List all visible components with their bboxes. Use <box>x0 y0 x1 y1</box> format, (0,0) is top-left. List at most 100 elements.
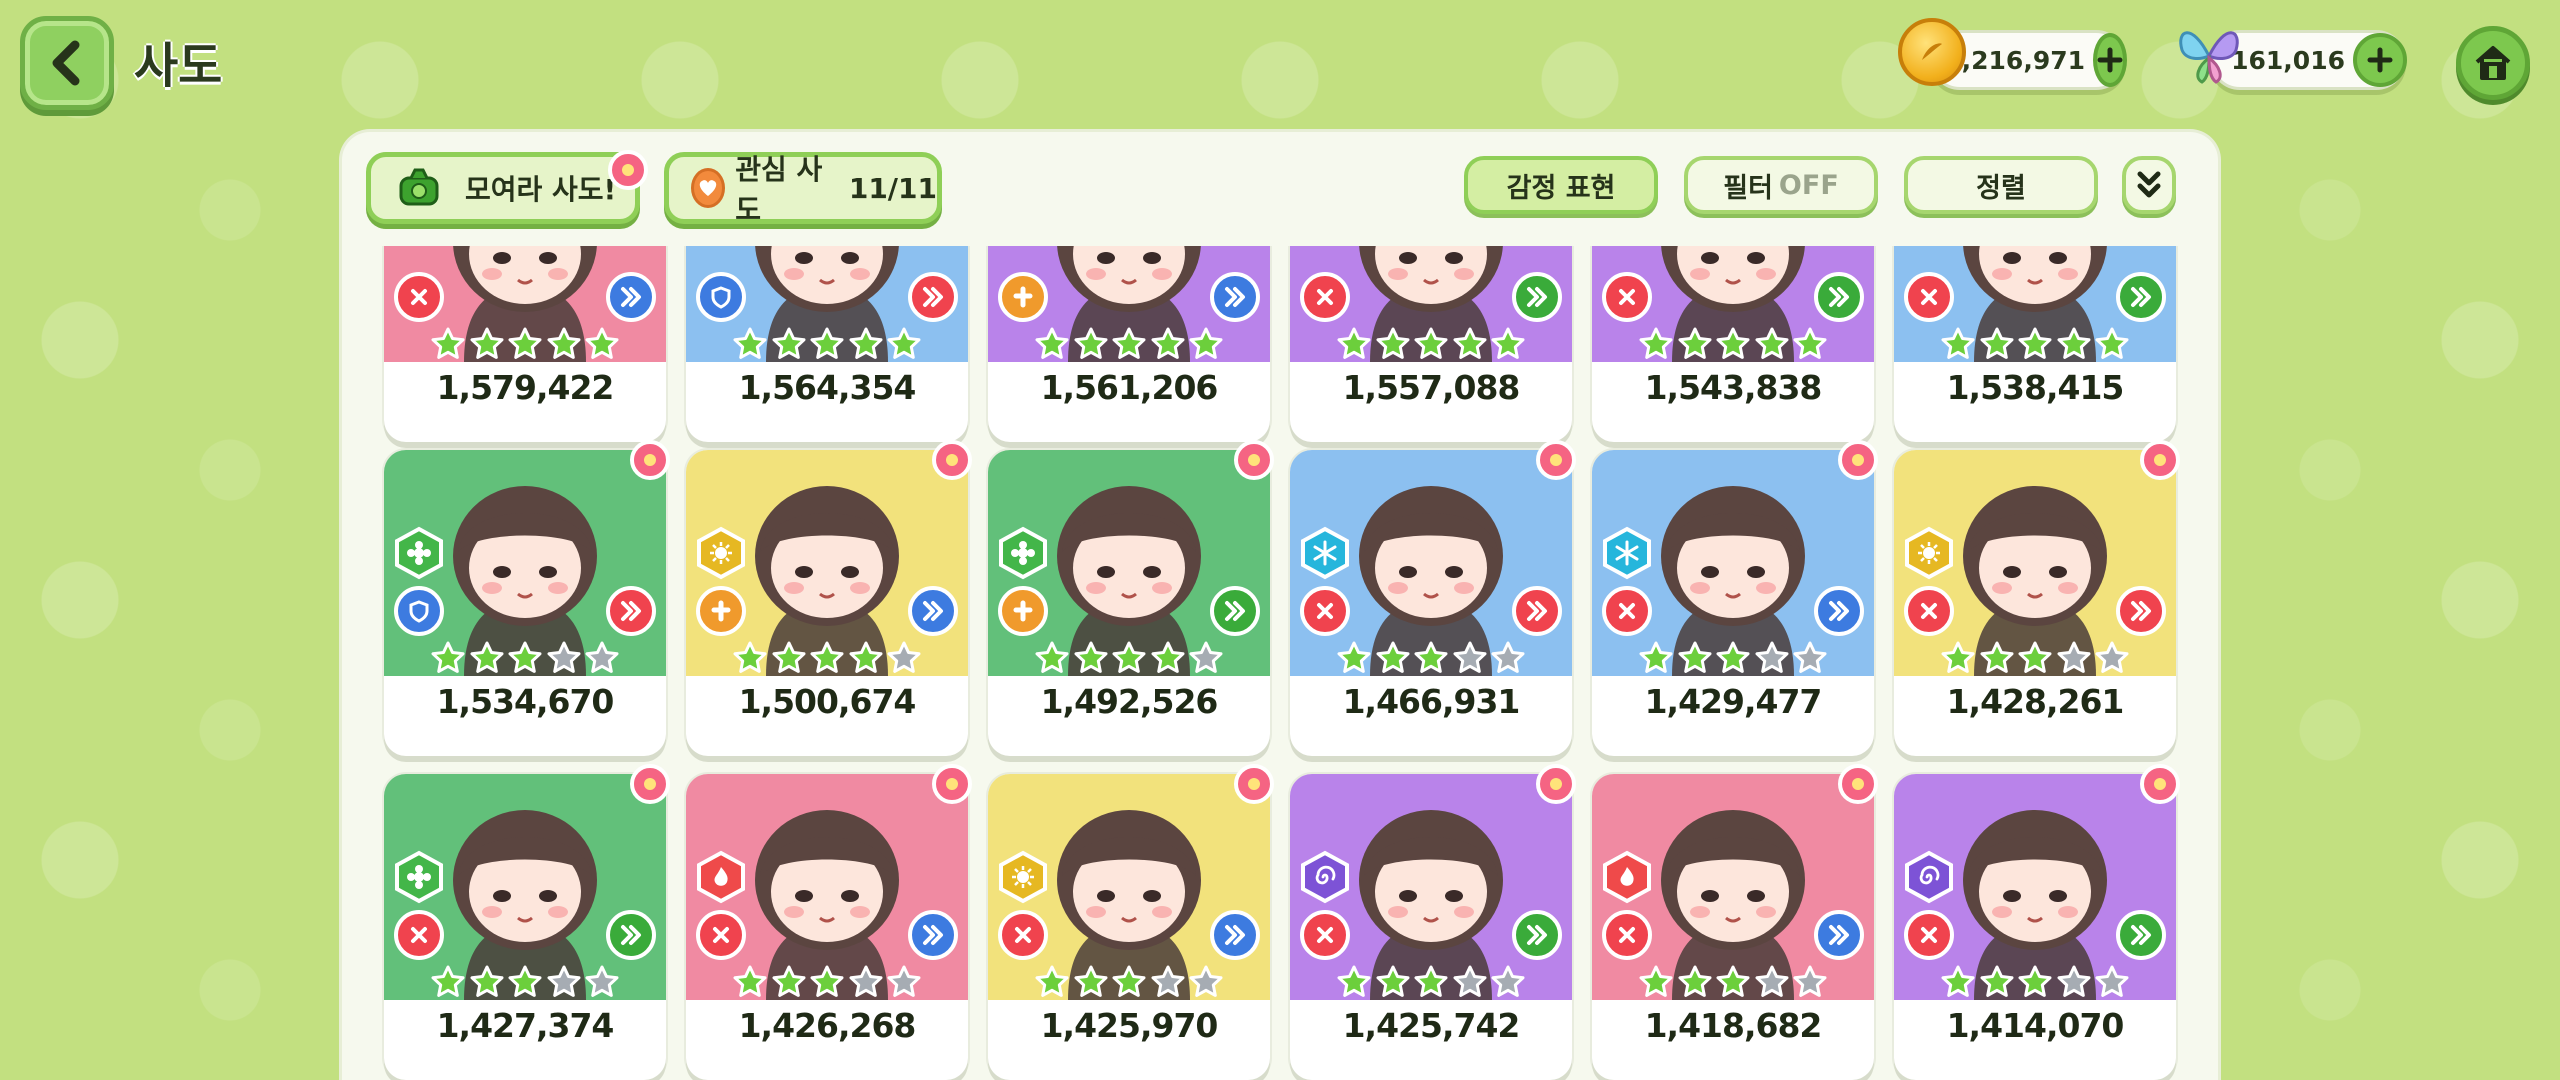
swirl-attribute-icon <box>1902 850 1956 904</box>
attack-role-icon <box>1300 910 1350 960</box>
attack-role-icon <box>394 910 444 960</box>
combat-power: 1,428,261 <box>1946 682 2125 721</box>
gold-coin-icon <box>1898 18 1966 86</box>
favorite-flower-icon <box>1234 440 1274 480</box>
sort-order-toggle[interactable] <box>2122 156 2176 214</box>
tier-chevron-icon <box>1512 272 1562 322</box>
add-gem-button[interactable] <box>2353 33 2407 87</box>
star-filled-icon <box>1414 327 1448 359</box>
star-empty-icon <box>2095 641 2129 673</box>
character-card[interactable]: 1,426,268 <box>686 764 972 1080</box>
character-card[interactable]: 1,534,670 <box>384 440 670 756</box>
star-rating <box>1638 964 1828 1000</box>
character-card[interactable]: 1,425,742 <box>1290 764 1576 1080</box>
star-rating <box>430 640 620 676</box>
add-gold-button[interactable] <box>2093 33 2127 87</box>
star-filled-icon <box>772 327 805 359</box>
emotion-button[interactable]: 감정 표현 <box>1464 156 1658 214</box>
home-button[interactable] <box>2456 26 2530 100</box>
character-portrait <box>384 246 666 362</box>
star-empty-icon <box>585 965 619 997</box>
home-icon <box>2475 46 2511 80</box>
character-portrait <box>1290 246 1572 362</box>
star-filled-icon <box>1376 641 1409 673</box>
character-portrait <box>1894 246 2176 362</box>
star-rating <box>1034 326 1224 362</box>
character-card[interactable]: 1,564,354 <box>686 246 968 442</box>
character-portrait <box>1592 450 1874 676</box>
star-rating <box>430 326 620 362</box>
page-title: 사도 <box>134 38 223 94</box>
back-button[interactable] <box>20 16 114 110</box>
character-card[interactable]: 1,557,088 <box>1290 246 1572 442</box>
character-card[interactable]: 1,466,931 <box>1290 440 1576 756</box>
star-filled-icon <box>849 327 882 359</box>
star-filled-icon <box>470 641 503 673</box>
tier-chevron-icon <box>1210 272 1260 322</box>
notification-flower-icon <box>608 150 648 190</box>
star-empty-icon <box>2095 965 2129 997</box>
star-filled-icon <box>1678 327 1711 359</box>
character-portrait <box>384 774 666 1000</box>
sort-button[interactable]: 정렬 <box>1904 156 2098 214</box>
filter-label: 필터 <box>1723 172 1773 204</box>
character-card[interactable]: 1,425,970 <box>988 764 1274 1080</box>
star-filled-icon <box>810 965 844 997</box>
star-filled-icon <box>508 641 542 673</box>
character-card[interactable]: 1,543,838 <box>1592 246 1874 442</box>
star-empty-icon <box>849 965 882 997</box>
character-card[interactable]: 1,538,415 <box>1894 246 2176 442</box>
favorite-flower-icon <box>2140 440 2180 480</box>
star-filled-icon <box>1980 641 2013 673</box>
character-card[interactable]: 1,579,422 <box>384 246 666 442</box>
star-filled-icon <box>1376 965 1409 997</box>
character-portrait <box>384 450 666 676</box>
star-filled-icon <box>470 965 503 997</box>
character-card[interactable]: 1,492,526 <box>988 440 1274 756</box>
character-card[interactable]: 1,428,261 <box>1894 440 2180 756</box>
star-filled-icon <box>1035 965 1069 997</box>
favorite-flower-icon <box>932 440 972 480</box>
star-empty-icon <box>1151 965 1184 997</box>
star-filled-icon <box>1716 327 1750 359</box>
snow-attribute-icon <box>1600 526 1654 580</box>
star-rating <box>732 326 922 362</box>
character-card[interactable]: 1,429,477 <box>1592 440 1878 756</box>
star-filled-icon <box>1112 641 1146 673</box>
character-card[interactable]: 1,427,374 <box>384 764 670 1080</box>
attack-role-icon <box>1300 272 1350 322</box>
favorite-flower-icon <box>630 764 670 804</box>
filter-state: OFF <box>1778 169 1839 201</box>
combat-power: 1,534,670 <box>436 682 615 721</box>
combat-power: 1,492,526 <box>1040 682 1219 721</box>
tier-chevron-icon <box>1210 910 1260 960</box>
favorite-characters-button[interactable]: 관심 사도 11/11 <box>664 152 942 226</box>
star-filled-icon <box>1453 327 1486 359</box>
star-filled-icon <box>1941 965 1975 997</box>
favorite-flower-icon <box>2140 764 2180 804</box>
character-card[interactable]: 1,561,206 <box>988 246 1270 442</box>
combat-power: 1,425,742 <box>1342 1006 1521 1045</box>
star-filled-icon <box>887 327 921 359</box>
star-empty-icon <box>1755 965 1788 997</box>
attack-role-icon <box>394 272 444 322</box>
plus-icon <box>2367 47 2393 73</box>
star-empty-icon <box>547 965 580 997</box>
star-filled-icon <box>547 327 580 359</box>
character-card[interactable]: 1,500,674 <box>686 440 972 756</box>
sun-attribute-icon <box>996 850 1050 904</box>
combat-power: 1,418,682 <box>1644 1006 1823 1045</box>
character-card[interactable]: 1,414,070 <box>1894 764 2180 1080</box>
star-filled-icon <box>733 327 767 359</box>
filter-button[interactable]: 필터 OFF <box>1684 156 1878 214</box>
star-filled-icon <box>1376 327 1409 359</box>
character-portrait <box>686 246 968 362</box>
sun-attribute-icon <box>694 526 748 580</box>
star-filled-icon <box>1112 327 1146 359</box>
collect-characters-button[interactable]: 모여라 사도! <box>366 152 640 224</box>
attack-role-icon <box>1904 910 1954 960</box>
combat-power: 1,561,206 <box>1040 368 1219 407</box>
star-filled-icon <box>470 327 503 359</box>
combat-power: 1,414,070 <box>1946 1006 2125 1045</box>
character-card[interactable]: 1,418,682 <box>1592 764 1878 1080</box>
